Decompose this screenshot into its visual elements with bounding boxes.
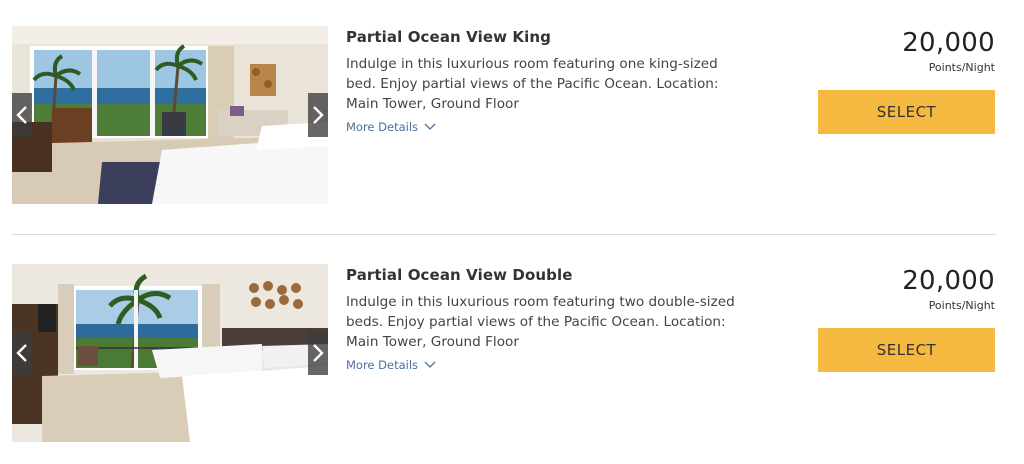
chevron-right-icon [313,344,324,362]
room-card-king: Partial Ocean View King Indulge in this … [0,26,1024,206]
select-button[interactable]: SELECT [818,90,995,134]
chevron-down-icon [424,361,436,368]
room-info: Partial Ocean View Double Indulge in thi… [346,264,746,373]
price-box: 20,000 Points/Night [815,264,995,312]
photo-next-button[interactable] [308,93,328,137]
room-card-double: Partial Ocean View Double Indulge in thi… [0,264,1024,444]
room-title: Partial Ocean View Double [346,266,573,284]
points-label: Points/Night [928,299,995,312]
room-photo [12,264,328,442]
room-photo-carousel [12,26,328,204]
more-details-link[interactable]: More Details [346,120,436,134]
photo-prev-button[interactable] [12,331,32,375]
room-photo [12,26,328,204]
photo-next-button[interactable] [308,331,328,375]
room-description: Indulge in this luxurious room featuring… [346,294,735,350]
chevron-right-icon [313,106,324,124]
points-value: 20,000 [902,28,995,58]
more-details-label: More Details [346,120,419,134]
points-value: 20,000 [902,266,995,296]
room-description: Indulge in this luxurious room featuring… [346,56,719,112]
chevron-down-icon [424,123,436,130]
price-box: 20,000 Points/Night [815,26,995,74]
chevron-left-icon [16,344,27,362]
room-photo-carousel [12,264,328,442]
more-details-label: More Details [346,358,419,372]
select-button[interactable]: SELECT [818,328,995,372]
room-title: Partial Ocean View King [346,28,551,46]
divider [12,234,996,235]
photo-prev-button[interactable] [12,93,32,137]
points-label: Points/Night [928,61,995,74]
chevron-left-icon [16,106,27,124]
more-details-link[interactable]: More Details [346,358,436,372]
room-info: Partial Ocean View King Indulge in this … [346,26,746,135]
